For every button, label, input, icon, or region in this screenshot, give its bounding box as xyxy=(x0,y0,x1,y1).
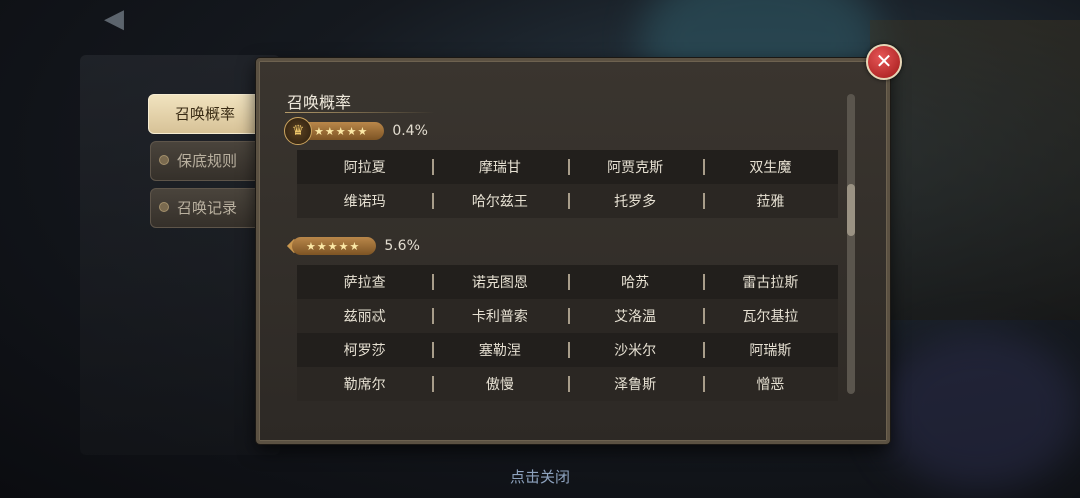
tier-badge: ★★★★★ xyxy=(292,237,377,255)
hero-name: 维诺玛 xyxy=(343,194,386,210)
hero-name: 阿拉夏 xyxy=(343,160,386,176)
scrollbar[interactable] xyxy=(847,94,855,394)
hero-name: 沙米尔 xyxy=(567,340,703,360)
hero-name: 塞勒涅 xyxy=(432,340,567,360)
back-arrow-icon[interactable]: ◀ xyxy=(104,4,134,34)
tier-badge: ♛ ★★★★★ xyxy=(284,117,385,145)
tab-knob-icon xyxy=(159,202,169,212)
tier-rate: 0.4% xyxy=(392,123,428,139)
hero-grid: 萨拉查 诺克图恩 哈苏 雷古拉斯 兹丽忒 卡利普索 艾洛温 瓦尔基拉 柯罗莎 塞… xyxy=(297,265,838,401)
hero-name: 摩瑞甘 xyxy=(432,157,567,177)
hero-name: 托罗多 xyxy=(567,191,703,211)
close-button[interactable]: ✕ xyxy=(866,44,902,80)
table-row: 阿拉夏 摩瑞甘 阿贾克斯 双生魔 xyxy=(297,150,838,184)
hero-name: 哈尔兹王 xyxy=(432,191,567,211)
hero-name: 双生魔 xyxy=(702,157,838,177)
hero-name: 兹丽忒 xyxy=(343,309,386,325)
hero-name: 勒席尔 xyxy=(343,377,386,393)
table-row: 维诺玛 哈尔兹王 托罗多 菈雅 xyxy=(297,184,838,218)
hero-name: 艾洛温 xyxy=(567,306,703,326)
scrollbar-thumb[interactable] xyxy=(847,184,855,236)
title-divider xyxy=(285,112,435,113)
close-icon: ✕ xyxy=(875,49,893,73)
hero-name: 卡利普索 xyxy=(432,306,567,326)
hero-name: 阿瑞斯 xyxy=(702,340,838,360)
table-row: 兹丽忒 卡利普索 艾洛温 瓦尔基拉 xyxy=(297,299,838,333)
hero-name: 傲慢 xyxy=(432,374,567,394)
hero-name: 憎恶 xyxy=(702,374,838,394)
star-rating: ★★★★★ xyxy=(306,239,361,253)
tier-header: ★★★★★ 5.6% xyxy=(286,236,420,256)
tap-to-close-hint[interactable]: 点击关闭 xyxy=(0,466,1080,487)
hero-name: 瓦尔基拉 xyxy=(702,306,838,326)
hero-name: 泽鲁斯 xyxy=(567,374,703,394)
tab-summon-probability[interactable]: 召唤概率 xyxy=(148,94,262,134)
hero-name: 诺克图恩 xyxy=(432,272,567,292)
table-row: 萨拉查 诺克图恩 哈苏 雷古拉斯 xyxy=(297,265,838,299)
hero-name: 哈苏 xyxy=(567,272,703,292)
tier-header: ♛ ★★★★★ 0.4% xyxy=(284,117,428,145)
hero-name: 柯罗莎 xyxy=(343,343,386,359)
hero-grid: 阿拉夏 摩瑞甘 阿贾克斯 双生魔 维诺玛 哈尔兹王 托罗多 菈雅 xyxy=(297,150,838,218)
tier-rate: 5.6% xyxy=(384,238,420,254)
tab-knob-icon xyxy=(159,155,169,165)
table-row: 勒席尔 傲慢 泽鲁斯 憎恶 xyxy=(297,367,838,401)
hero-name: 阿贾克斯 xyxy=(567,157,703,177)
tab-label: 召唤概率 xyxy=(174,105,235,123)
table-row: 柯罗莎 塞勒涅 沙米尔 阿瑞斯 xyxy=(297,333,838,367)
crown-icon: ♛ xyxy=(284,117,312,145)
tab-summon-history[interactable]: 召唤记录 xyxy=(150,188,264,228)
tab-label: 召唤记录 xyxy=(176,199,237,217)
star-rating: ★★★★★ xyxy=(314,124,369,138)
hero-name: 菈雅 xyxy=(702,191,838,211)
dialog-title: 召唤概率 xyxy=(287,93,352,112)
tab-label: 保底规则 xyxy=(176,152,237,170)
hero-name: 萨拉查 xyxy=(343,275,386,291)
tab-guarantee-rules[interactable]: 保底规则 xyxy=(150,141,264,181)
hero-name: 雷古拉斯 xyxy=(702,272,838,292)
